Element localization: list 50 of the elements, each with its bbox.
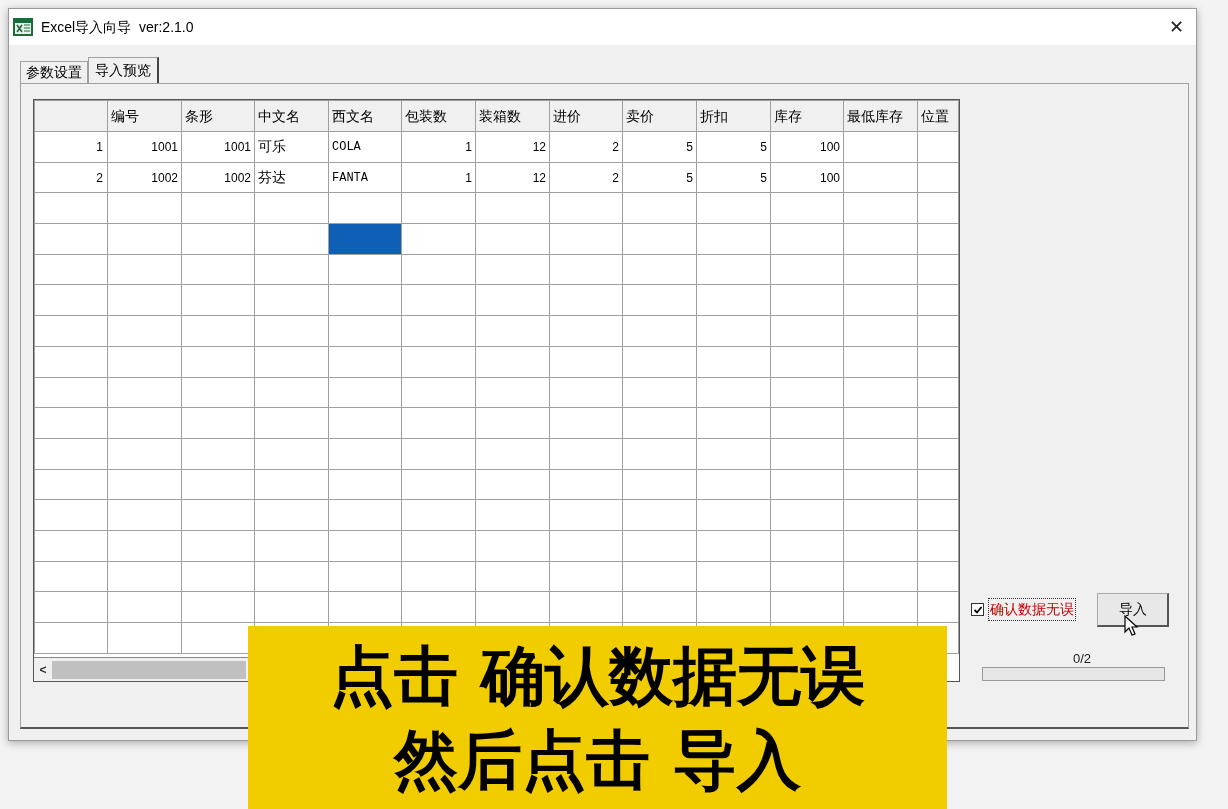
- column-header[interactable]: 进价: [549, 100, 623, 132]
- scrollbar-thumb[interactable]: [52, 660, 246, 679]
- column-header[interactable]: 包装数: [401, 100, 476, 132]
- table-cell: COLA: [328, 131, 402, 163]
- table-cell: 5: [696, 131, 771, 163]
- column-header[interactable]: 编号: [107, 100, 182, 132]
- table-cell: FANTA: [328, 162, 402, 193]
- column-header[interactable]: 卖价: [622, 100, 697, 132]
- table-cell: 1: [401, 131, 476, 163]
- table-cell: 5: [696, 162, 771, 193]
- column-header[interactable]: 位置: [917, 100, 959, 132]
- tab[interactable]: 参数设置: [20, 61, 88, 83]
- table-cell: 12: [475, 162, 550, 193]
- close-button[interactable]: ✕: [1156, 12, 1196, 42]
- table-cell: 100: [770, 162, 844, 193]
- checkbox[interactable]: [971, 603, 984, 616]
- column-header[interactable]: 折扣: [696, 100, 771, 132]
- column-header[interactable]: 装箱数: [475, 100, 550, 132]
- caption-text: 然后点击 导入: [394, 721, 801, 799]
- table-cell: 5: [622, 131, 697, 163]
- row-number: 1: [34, 131, 108, 163]
- table-cell: 100: [770, 131, 844, 163]
- column-header[interactable]: 库存: [770, 100, 844, 132]
- table-cell: 12: [475, 131, 550, 163]
- table-cell: 可乐: [254, 131, 329, 163]
- table-cell: 芬达: [254, 162, 329, 193]
- table-cell: 2: [549, 162, 623, 193]
- table-cell: 1001: [181, 131, 255, 163]
- table-cell: 1002: [107, 162, 182, 193]
- checkbox-label[interactable]: 确认数据无误: [988, 598, 1076, 621]
- progress-reading: 0/2: [1071, 650, 1093, 668]
- caption-text: 点击 确认数据无误: [330, 637, 865, 715]
- selected-cell[interactable]: [328, 223, 402, 255]
- horizontal-scrollbar[interactable]: <: [34, 657, 248, 681]
- table-cell: 1002: [181, 162, 255, 193]
- column-header[interactable]: 最低库存: [843, 100, 918, 132]
- mouse-pointer-icon: [1124, 615, 1139, 637]
- spreadsheet-icon: [13, 18, 33, 36]
- row-number: 2: [34, 162, 108, 193]
- table-cell: 2: [549, 131, 623, 163]
- import-button[interactable]: 导入: [1097, 593, 1169, 627]
- window-title: Excel导入向导 ver:2.1.0: [41, 17, 194, 37]
- table-cell: 5: [622, 162, 697, 193]
- tab[interactable]: 导入预览: [88, 57, 159, 83]
- column-header[interactable]: 西文名: [328, 100, 402, 132]
- column-header[interactable]: 条形: [181, 100, 255, 132]
- table-cell: 1: [401, 162, 476, 193]
- column-header[interactable]: 中文名: [254, 100, 329, 132]
- scroll-left-button[interactable]: <: [34, 658, 52, 681]
- table-cell: 1001: [107, 131, 182, 163]
